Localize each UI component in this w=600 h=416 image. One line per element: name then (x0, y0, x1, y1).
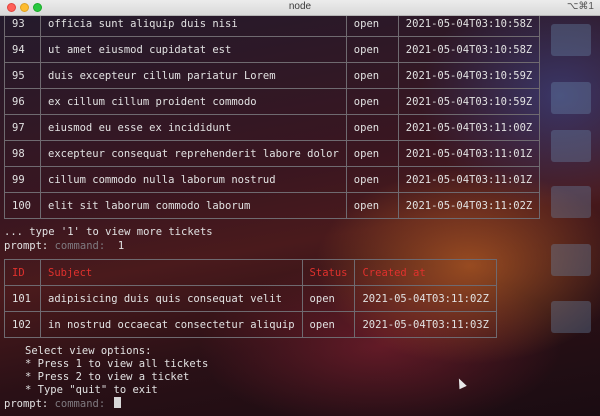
ticket-status: open (345, 16, 399, 37)
table-row: 99 cillum commodo nulla laborum nostrud op… (4, 166, 541, 193)
window-shortcut: ⌥⌘1 (566, 1, 594, 12)
ticket-created-at: 2021-05-04T03:11:02Z (354, 285, 497, 312)
ticket-subject: in nostrud occaecat consectetur aliquip (40, 311, 303, 338)
ticket-status: open (345, 166, 399, 193)
ticket-id: 93 (4, 16, 41, 37)
prompt-line-2[interactable]: prompt: command: (4, 397, 121, 410)
window-titlebar[interactable]: node ⌥⌘1 (0, 0, 600, 16)
text-cursor (113, 397, 121, 408)
table-row: 97 eiusmod eu esse ex incididunt open 2021-… (4, 114, 541, 141)
command-placeholder: command: (54, 240, 106, 252)
ticket-id: 97 (4, 114, 41, 141)
ticket-created-at: 2021-05-04T03:11:02Z (397, 192, 541, 219)
ticket-created-at: 2021-05-04T03:11:01Z (397, 140, 541, 167)
ticket-subject: elit sit laborum commodo laborum (40, 192, 347, 219)
ticket-status: open (345, 62, 399, 89)
tickets-table-page-2: ID Subject Status Created at 101 adipisic… (4, 259, 497, 338)
table-row: 98 excepteur consequat reprehenderit labo… (4, 140, 541, 167)
menu-option: * Press 1 to view all tickets (25, 358, 209, 370)
ticket-id: 94 (4, 36, 41, 63)
table-row: 100 elit sit laborum commodo laborum open 2… (4, 192, 541, 219)
ticket-status: open (345, 88, 399, 115)
window-title: node (288, 1, 312, 12)
ticket-status: open (345, 192, 399, 219)
ticket-subject: adipisicing duis quis consequat velit (40, 285, 303, 312)
ticket-id: 96 (4, 88, 41, 115)
desktop-folder-icon (551, 244, 591, 276)
table-row: 96 ex cillum cillum proident commodo open 2… (4, 88, 541, 115)
ticket-id: 95 (4, 62, 41, 89)
ticket-id: 100 (4, 192, 41, 219)
ticket-status: open (345, 114, 399, 141)
table-row: 101 adipisicing duis quis consequat velit… (4, 285, 497, 312)
command-value: 1 (117, 240, 125, 252)
ticket-status: open (301, 285, 356, 312)
column-header-created-at: Created at (354, 259, 497, 286)
tickets-table-page-1: 93 officia sunt aliquip duis nisi open 2021… (4, 16, 541, 219)
table-row: 93 officia sunt aliquip duis nisi open 2021… (4, 16, 541, 37)
prompt-line-1: prompt: command: 1 (4, 240, 124, 252)
ticket-subject: excepteur consequat reprehenderit labore… (40, 140, 347, 167)
table-row: 94 ut amet eiusmod cupidatat est open 2021-… (4, 36, 541, 63)
terminal-area[interactable]: 93 officia sunt aliquip duis nisi open 2021… (0, 16, 600, 416)
desktop-folder-icon (551, 24, 591, 56)
column-header-id: ID (4, 259, 41, 286)
ticket-id: 101 (4, 285, 41, 312)
mouse-pointer-icon (455, 376, 467, 390)
prompt-label: prompt: (4, 240, 49, 252)
column-header-status: Status (301, 259, 356, 286)
desktop-folder-icon (551, 301, 591, 333)
ticket-id: 98 (4, 140, 41, 167)
ticket-id: 99 (4, 166, 41, 193)
ticket-created-at: 2021-05-04T03:10:59Z (397, 62, 541, 89)
ticket-status: open (345, 140, 399, 167)
desktop-folder-icon (551, 186, 591, 218)
desktop-folder-icon (551, 130, 591, 162)
ticket-status: open (301, 311, 356, 338)
command-input-placeholder[interactable]: command: (55, 398, 106, 410)
ticket-subject: ut amet eiusmod cupidatat est (40, 36, 347, 63)
table-header-row: ID Subject Status Created at (4, 259, 497, 286)
menu-option: * Press 2 to view a ticket (25, 371, 190, 383)
ticket-created-at: 2021-05-04T03:11:03Z (354, 311, 497, 338)
ticket-id: 102 (4, 311, 41, 338)
ticket-subject: cillum commodo nulla laborum nostrud (40, 166, 347, 193)
table-row: 102 in nostrud occaecat consectetur aliqu… (4, 311, 497, 338)
menu-option: * Type "quit" to exit (25, 384, 158, 396)
ticket-created-at: 2021-05-04T03:10:58Z (397, 36, 541, 63)
ticket-created-at: 2021-05-04T03:11:01Z (397, 166, 541, 193)
ticket-created-at: 2021-05-04T03:10:58Z (397, 16, 541, 37)
menu-title: Select view options: (25, 345, 152, 357)
ticket-subject: officia sunt aliquip duis nisi (40, 16, 347, 37)
ticket-subject: duis excepteur cillum pariatur Lorem (40, 62, 347, 89)
column-header-subject: Subject (40, 259, 303, 286)
ticket-created-at: 2021-05-04T03:11:00Z (397, 114, 541, 141)
ticket-subject: eiusmod eu esse ex incididunt (40, 114, 347, 141)
ticket-created-at: 2021-05-04T03:10:59Z (397, 88, 541, 115)
table-row: 95 duis excepteur cillum pariatur Lorem op… (4, 62, 541, 89)
ticket-status: open (345, 36, 399, 63)
prompt-label: prompt: (4, 398, 49, 410)
desktop-folder-icon (551, 82, 591, 114)
more-tickets-hint: ... type '1' to view more tickets (4, 226, 213, 238)
ticket-subject: ex cillum cillum proident commodo (40, 88, 347, 115)
